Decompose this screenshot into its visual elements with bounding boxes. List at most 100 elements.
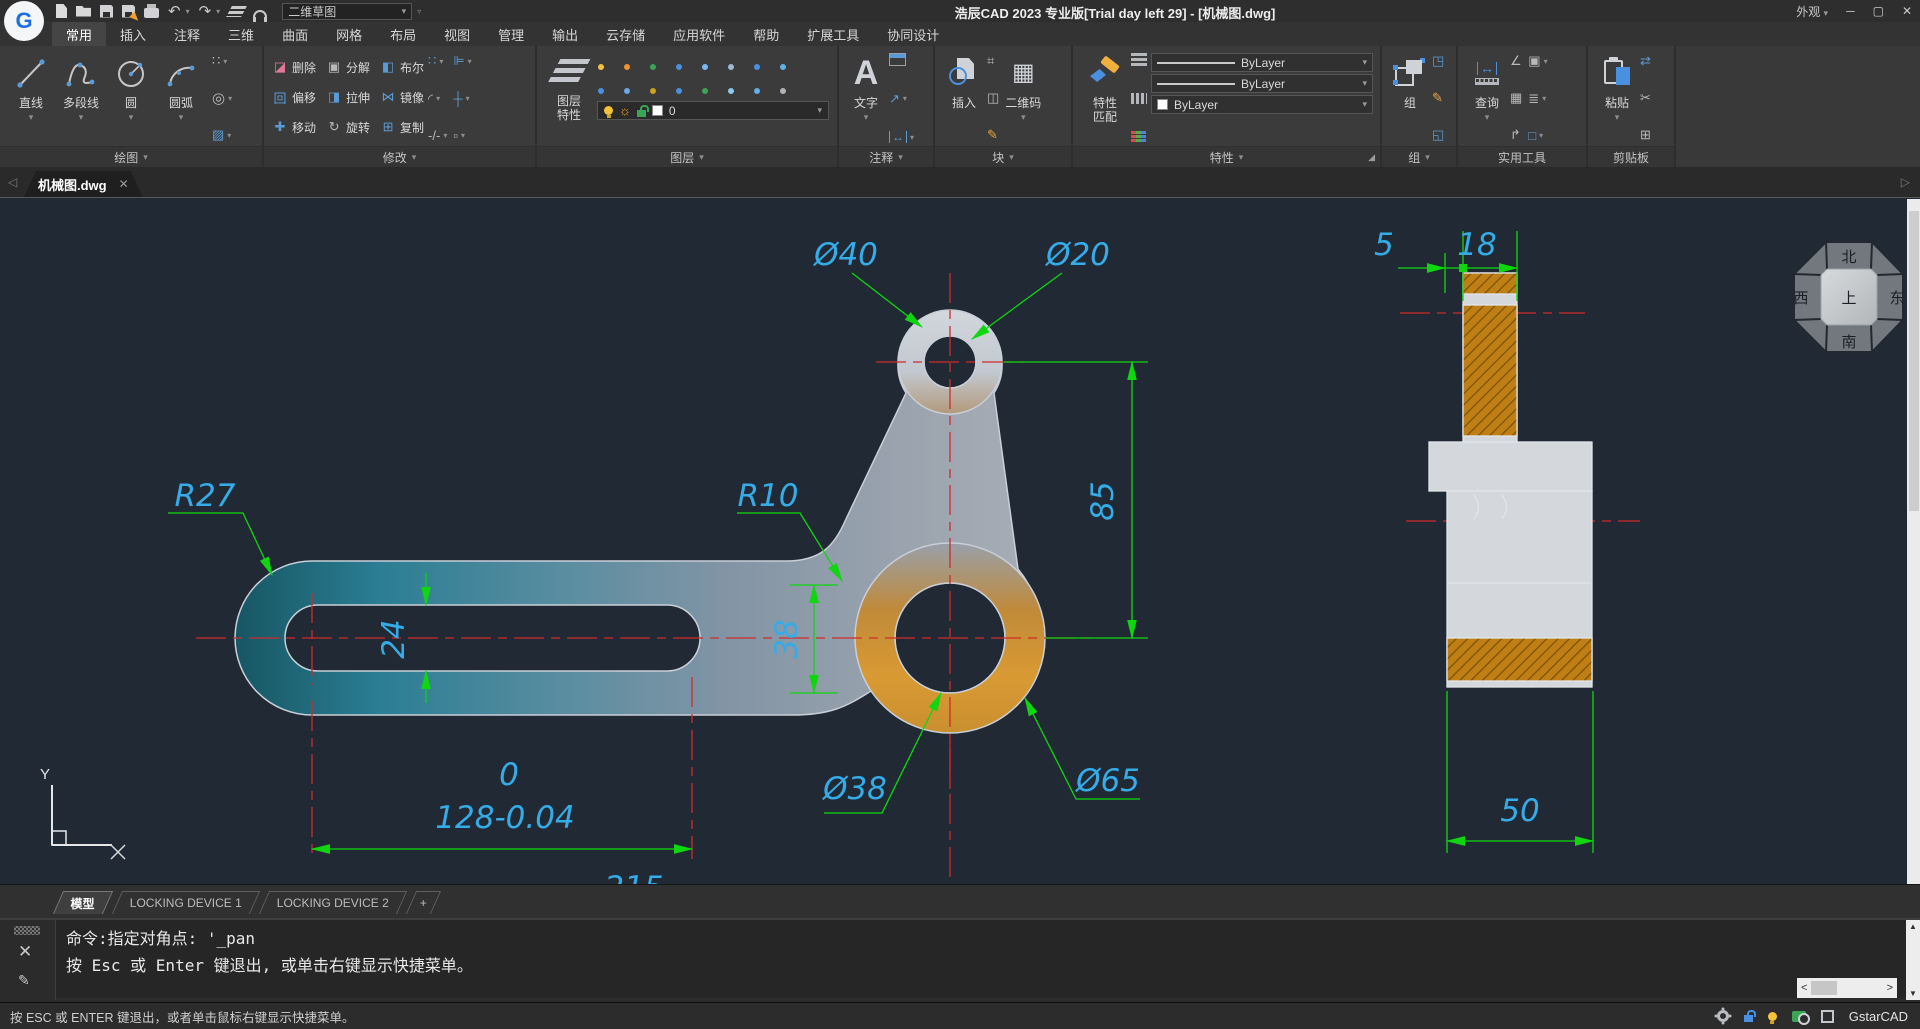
group-select-icon[interactable]: ◱ [1432,127,1444,143]
layer-match-icon[interactable] [780,56,800,69]
attribute-define-icon[interactable]: ⌗ [987,53,994,69]
block-base-icon[interactable]: ◫ [987,90,999,106]
quick-select-icon[interactable]: □ [1528,128,1536,143]
fullscreen-icon[interactable] [1821,1010,1834,1023]
support-headset-icon[interactable] [253,2,267,20]
hint-bulb-icon[interactable] [1768,1012,1777,1021]
canvas-vertical-scrollbar[interactable] [1907,199,1920,885]
arc-button[interactable]: 圆弧▾ [156,50,206,146]
tab-output[interactable]: 输出 [538,22,592,47]
erase-button[interactable]: ◪删除 [272,52,316,82]
appearance-menu[interactable]: 外观 ▾ [1796,3,1828,20]
layer-properties-button[interactable]: 图层特性 [543,48,595,146]
match-properties-button[interactable]: 特性匹配 [1079,50,1131,146]
tab-help[interactable]: 帮助 [739,22,793,47]
copy-clip-icon[interactable]: ⊞ [1640,127,1651,143]
layer-unlock-icon[interactable] [650,56,670,69]
layer-current-icon[interactable] [676,56,696,69]
scroll-up-icon[interactable]: ▲ [1909,922,1917,931]
circle-button[interactable]: 圆▾ [106,50,156,146]
cut-icon[interactable]: ✂ [1640,90,1651,106]
tab-apps[interactable]: 应用软件 [659,22,739,47]
drag-grip-icon[interactable] [14,926,40,935]
layer-lock-icon[interactable] [650,80,670,93]
settings-gear-icon[interactable] [1717,1010,1729,1022]
table-icon[interactable] [889,53,906,66]
view-cube[interactable]: 北 南 西 东 上 [1793,242,1904,352]
block-edit-icon[interactable]: ✎ [987,127,998,143]
hatch-icon[interactable]: ▨ [212,127,224,143]
command-close-icon[interactable]: ✕ [18,942,32,962]
tab-cloud[interactable]: 云存储 [592,22,659,47]
model-space[interactable]: Ø40 Ø20 R27 R10 24 38 85 0 128-0.04 215 … [0,198,1907,885]
area-icon[interactable]: ▣ [1528,53,1540,69]
move-button[interactable]: ✚移动 [272,112,316,142]
tab-collaboration[interactable]: 协同设计 [873,22,953,47]
panel-modify-footer[interactable]: 修改▾ [264,146,535,167]
scrollbar-thumb[interactable] [1909,211,1919,511]
workspace-switcher[interactable]: 二维草图 ▾ [282,3,412,20]
layer-thaw-icon[interactable] [624,56,644,69]
linetype-icon[interactable] [1131,93,1147,104]
tab-3d[interactable]: 三维 [214,22,268,47]
undo-icon[interactable]: ↶ [168,2,181,20]
copy-with-basepoint-icon[interactable]: ⇄ [1640,53,1651,69]
command-vertical-scrollbar[interactable]: ▲ ▼ [1906,920,1920,1000]
inquiry-button[interactable]: ↔ 查询▾ [1464,50,1510,146]
close-button[interactable]: ✕ [1902,4,1912,18]
ui-unlock-icon[interactable] [1744,1015,1753,1022]
tab-scroll-left-icon[interactable]: ◁ [8,175,17,189]
command-edit-icon[interactable]: ✎ [18,972,30,989]
tab-scroll-right-icon[interactable]: ▷ [1901,175,1910,189]
open-file-icon[interactable] [76,2,91,20]
lineweight-icon[interactable] [1131,53,1147,66]
scrollbar-thumb[interactable] [1811,981,1837,995]
panel-clipboard-footer[interactable]: 剪贴板 [1588,146,1674,167]
minimize-button[interactable]: ─ [1846,4,1855,18]
group-button[interactable]: 组 [1388,50,1432,146]
layer-prev-icon[interactable] [676,80,696,93]
calculator-icon[interactable]: ▦ [1510,90,1522,106]
panel-properties-footer[interactable]: 特性▾ ◢ [1073,146,1380,167]
explode-button[interactable]: ▣分解 [326,52,370,82]
layer-merge-icon[interactable] [728,56,748,69]
document-tab-close-icon[interactable]: ✕ [119,177,129,191]
color-dropdown[interactable]: ByLayer ▾ [1151,95,1373,114]
polyline-button[interactable]: 多段线▾ [56,50,106,146]
redo-dropdown-icon[interactable]: ▾ [216,7,220,16]
leader-icon[interactable]: ↗ [889,91,900,107]
command-horizontal-scrollbar[interactable]: < > [1797,978,1897,998]
tab-insert[interactable]: 插入 [106,22,160,47]
panel-draw-footer[interactable]: 绘图▾ [0,146,262,167]
color-grid-icon[interactable] [1131,131,1146,143]
tab-surface[interactable]: 曲面 [268,22,322,47]
point-grid-icon[interactable]: ∷ [212,53,220,69]
tab-express-tools[interactable]: 扩展工具 [793,22,873,47]
gstarcad-logo-icon[interactable]: G [4,1,44,41]
qrcode-button[interactable]: ▦ 二维码▾ [999,50,1047,146]
plot-icon[interactable] [144,2,159,20]
panel-layers-footer[interactable]: 图层▾ [537,146,837,167]
align-icon[interactable]: ⊫ [453,53,464,69]
layout-tab-locking-device-2[interactable]: LOCKING DEVICE 2 [259,891,407,914]
part-side-view[interactable] [1429,273,1592,687]
layer-off-icon[interactable] [598,80,618,93]
panel-annotate-footer[interactable]: 注释▾ [839,146,933,167]
copy-button[interactable]: ⊞复制 [380,112,424,142]
panel-utilities-footer[interactable]: 实用工具 [1458,146,1586,167]
dialog-launcher-icon[interactable]: ◢ [1368,152,1375,163]
toolbar-options-icon[interactable]: ▿ [417,7,421,16]
text-button[interactable]: A 文字▾ [845,50,887,146]
linetype-dropdown[interactable]: ByLayer ▾ [1151,74,1373,93]
line-button[interactable]: 直线▾ [6,50,56,146]
group-edit-icon[interactable]: ✎ [1432,90,1443,106]
rotate-button[interactable]: ↻旋转 [326,112,370,142]
layer-on-icon[interactable] [598,56,618,69]
layer-states-restore-icon[interactable] [702,80,722,93]
lineweight-dropdown[interactable]: ByLayer ▾ [1151,53,1373,72]
feedback-chat-icon[interactable] [1792,1011,1806,1022]
ellipse-icon[interactable]: ◎ [212,89,225,107]
tab-annotate[interactable]: 注释 [160,22,214,47]
layer-copy-objects-icon[interactable] [728,80,748,93]
tab-manage[interactable]: 管理 [484,22,538,47]
